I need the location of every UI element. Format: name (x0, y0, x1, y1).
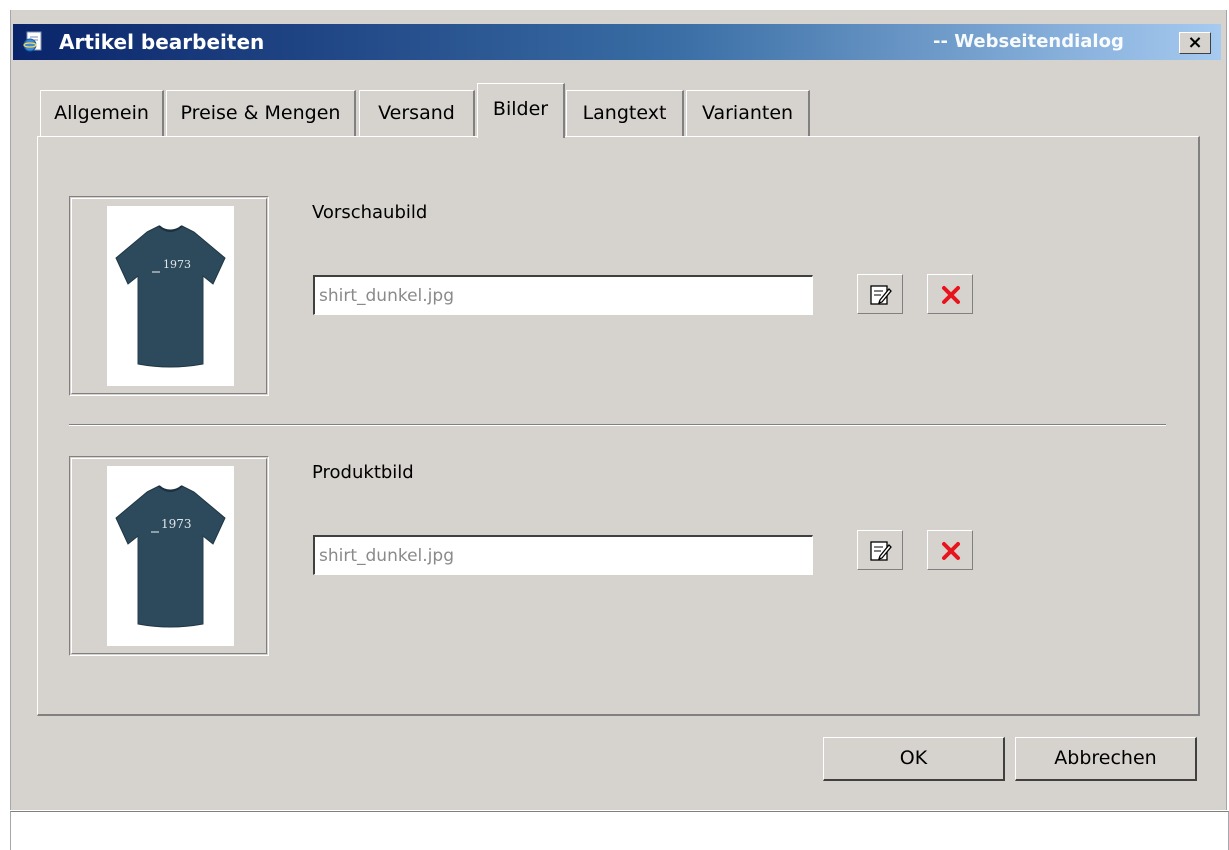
tshirt-image-icon: 1973 (115, 485, 226, 628)
tab-bilder[interactable]: Bilder (477, 83, 565, 138)
preview-filename-field[interactable] (313, 275, 813, 315)
tab-preise-mengen[interactable]: Preise & Mengen (166, 90, 356, 136)
cancel-button[interactable]: Abbrechen (1015, 737, 1197, 781)
product-image[interactable]: 1973 (107, 466, 234, 646)
close-icon: × (1187, 32, 1203, 53)
tshirt-image-icon: 1973 (115, 225, 226, 368)
tab-label: Allgemein (54, 102, 149, 124)
dialog-title-suffix: -- Webseitendialog (933, 31, 1124, 52)
tab-label: Preise & Mengen (180, 102, 341, 124)
preview-image-label: Vorschaubild (312, 202, 428, 223)
product-delete-button[interactable] (927, 530, 973, 570)
tab-langtext[interactable]: Langtext (566, 90, 684, 136)
product-image-frame: 1973 (69, 456, 269, 656)
product-edit-button[interactable] (857, 530, 903, 570)
preview-image[interactable]: 1973 (107, 206, 234, 386)
title-bar: Artikel bearbeiten -- Webseitendialog × (13, 24, 1221, 60)
tab-label: Varianten (701, 102, 794, 124)
shirt-print-text: 1973 (161, 517, 192, 531)
edit-icon (870, 541, 892, 561)
tab-allgemein[interactable]: Allgemein (40, 90, 164, 136)
ok-button-label: OK (899, 747, 928, 769)
dialog-title: Artikel bearbeiten (59, 30, 265, 54)
tab-label: Langtext (582, 102, 667, 124)
ie-page-icon (23, 31, 42, 52)
preview-image-frame: 1973 (69, 196, 269, 396)
preview-edit-button[interactable] (857, 274, 903, 314)
cancel-button-label: Abbrechen (1054, 747, 1157, 769)
page: Artikel bearbeiten -- Webseitendialog × … (0, 0, 1229, 850)
edit-icon (870, 285, 892, 305)
tab-label: Versand (378, 102, 455, 124)
close-button[interactable]: × (1179, 32, 1211, 54)
tab-versand[interactable]: Versand (359, 90, 475, 136)
product-image-label: Produktbild (312, 462, 414, 483)
status-strip (10, 811, 1229, 850)
ok-button[interactable]: OK (823, 737, 1005, 781)
delete-x-icon (942, 542, 960, 560)
shirt-print-text: 1973 (163, 258, 191, 271)
tab-varianten[interactable]: Varianten (686, 90, 810, 136)
delete-x-icon (942, 286, 960, 304)
tab-label: Bilder (492, 98, 549, 120)
product-filename-field[interactable] (313, 535, 813, 575)
section-separator (69, 424, 1166, 426)
preview-delete-button[interactable] (927, 274, 973, 314)
